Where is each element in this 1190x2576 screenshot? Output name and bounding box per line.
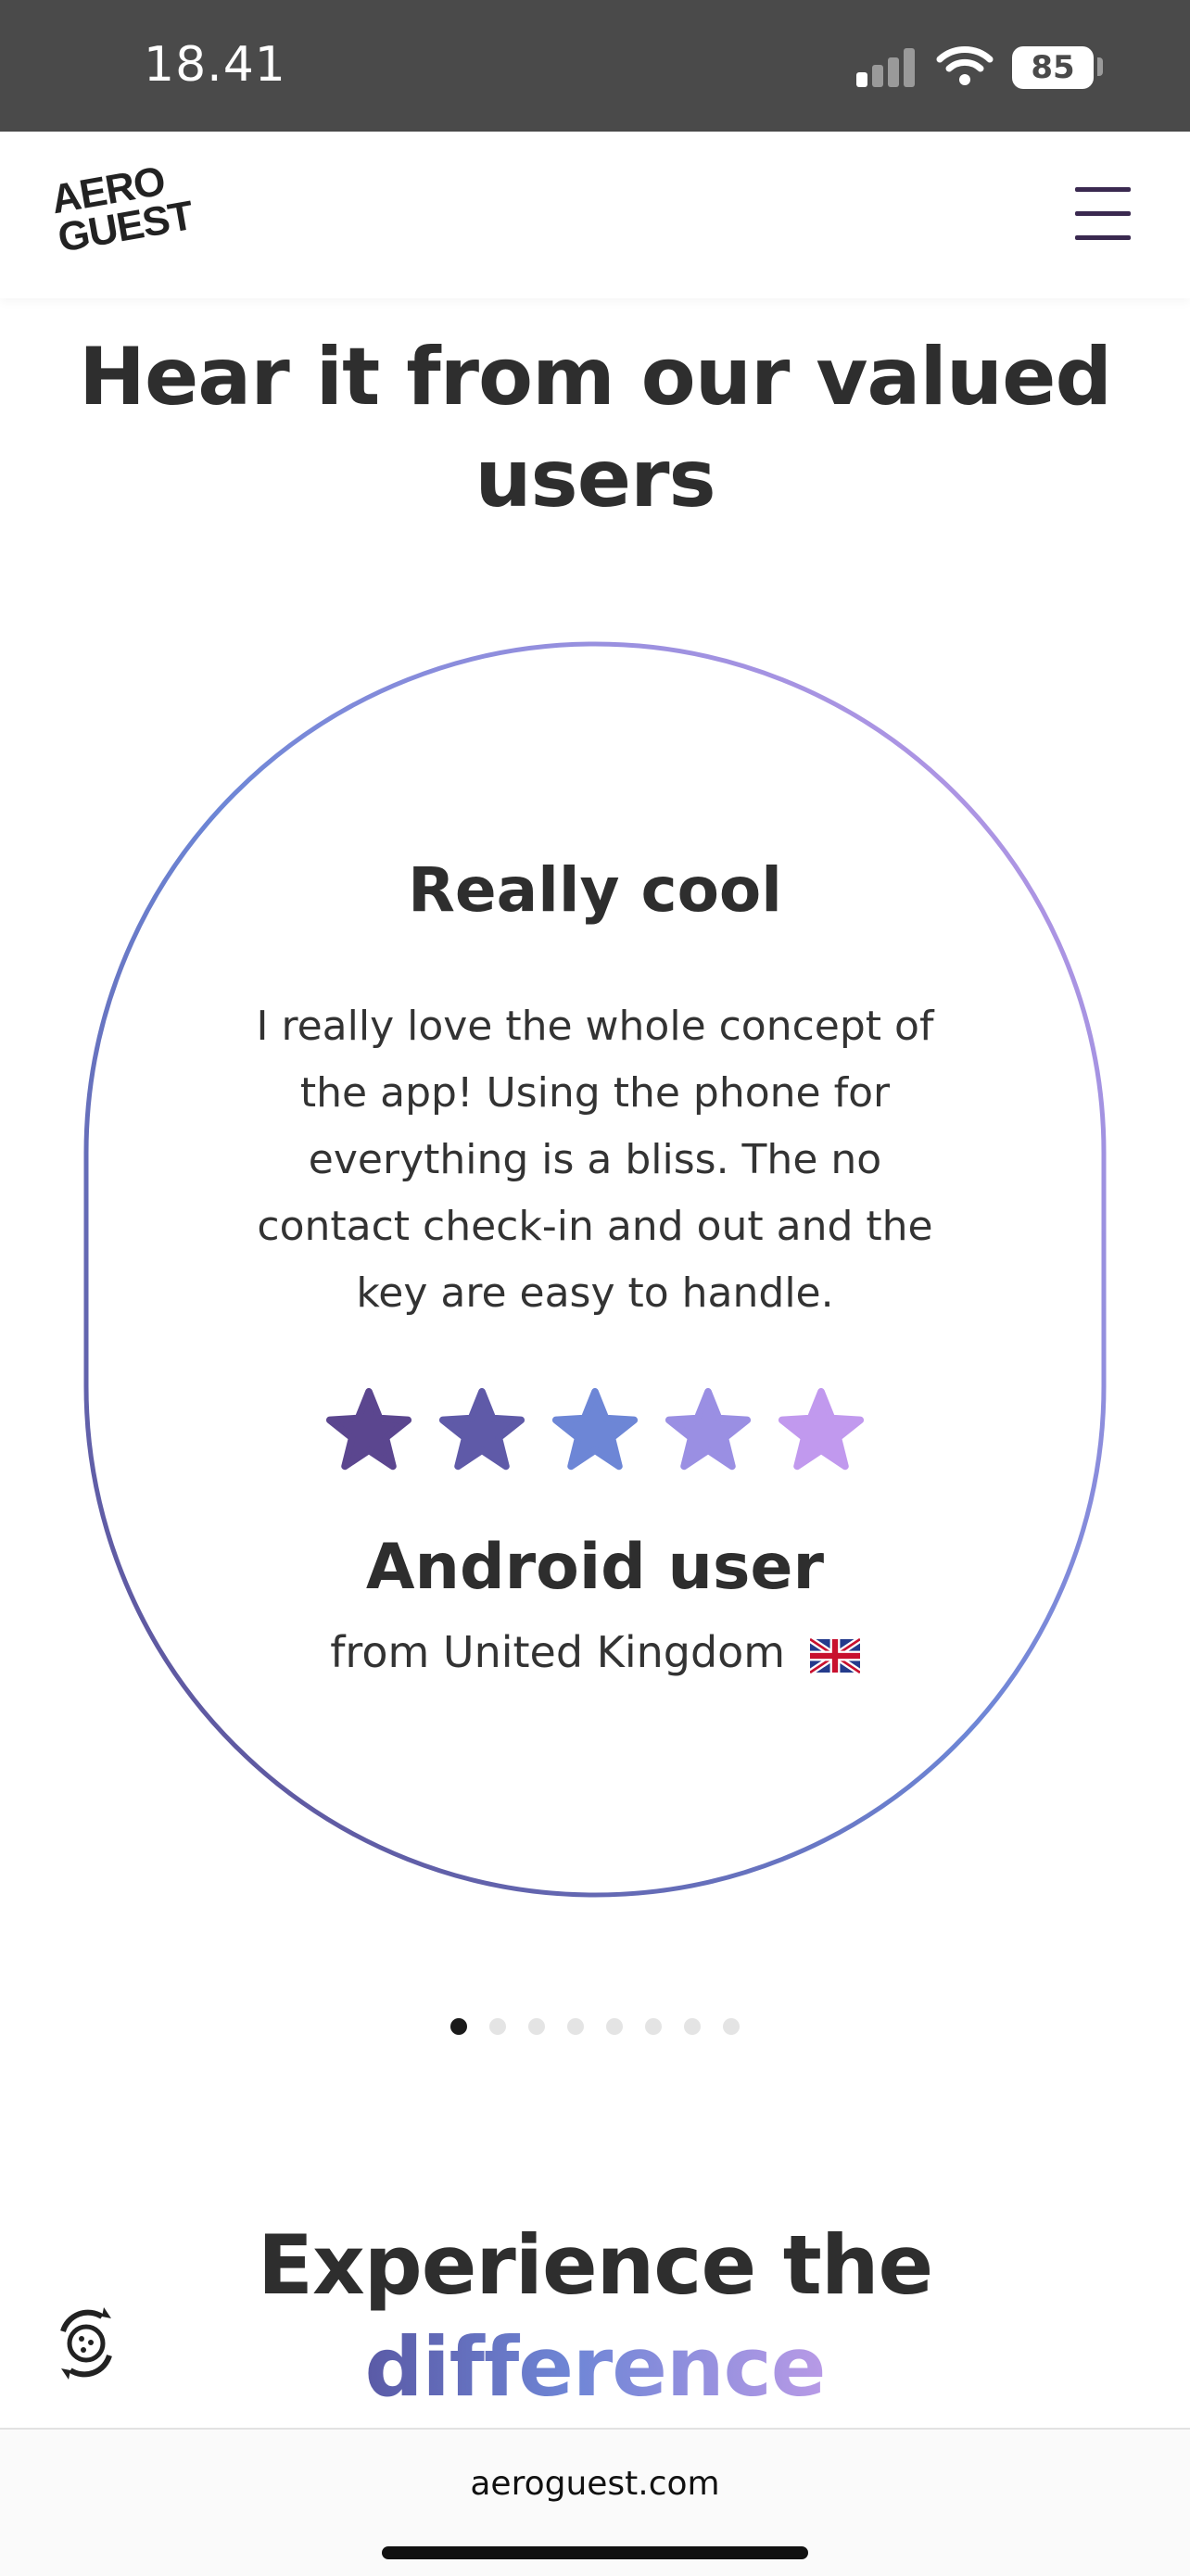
experience-title-line-1: Experience the	[257, 2217, 933, 2313]
wifi-icon	[936, 46, 994, 85]
pagination-dot[interactable]	[723, 2018, 740, 2035]
pagination-dot[interactable]	[450, 2018, 467, 2035]
review-text-line: contact check-in and out and the	[257, 1203, 933, 1250]
hamburger-menu-icon[interactable]	[1075, 180, 1134, 248]
site-header: AERO GUEST	[0, 132, 1190, 298]
uk-flag-icon	[809, 1637, 860, 1673]
section-title: Hear it from our valued users	[0, 326, 1190, 530]
star-rating	[83, 1386, 1107, 1479]
pagination-dot[interactable]	[528, 2018, 545, 2035]
battery-nub	[1097, 57, 1103, 76]
review-text-line: key are easy to handle.	[356, 1269, 834, 1317]
pagination-dot[interactable]	[645, 2018, 662, 2035]
signal-icon	[856, 46, 916, 87]
status-time: 18.41	[144, 37, 286, 93]
star-icon	[325, 1387, 412, 1471]
home-indicator[interactable]	[382, 2546, 808, 2559]
reviewer-origin-text: from United Kingdom	[330, 1627, 786, 1677]
review-text-line: everything is a bliss. The no	[308, 1136, 882, 1183]
status-bar: 18.41 85	[0, 0, 1190, 132]
pagination-dot[interactable]	[567, 2018, 584, 2035]
experience-title-accent: difference	[364, 2319, 827, 2415]
star-icon	[551, 1387, 639, 1471]
battery-level: 85	[1031, 49, 1075, 86]
reviewer-name: Android user	[365, 1531, 825, 1604]
review-card[interactable]: Really cool I really love the whole conc…	[83, 641, 1107, 1898]
review-text: I really love the whole concept of the a…	[195, 993, 995, 1327]
carousel-pagination	[0, 2018, 1190, 2037]
pagination-dot[interactable]	[489, 2018, 506, 2035]
aeroguest-logo[interactable]: AERO GUEST	[48, 158, 196, 272]
cookie-settings-icon[interactable]	[46, 2304, 126, 2383]
reviewer-origin: from United Kingdom	[83, 1627, 1107, 1677]
pagination-dot[interactable]	[606, 2018, 623, 2035]
review-title: Really cool	[408, 854, 782, 926]
experience-title: Experience the difference	[0, 2215, 1190, 2418]
review-text-line: the app! Using the phone for	[299, 1069, 891, 1117]
star-icon	[778, 1387, 865, 1471]
battery-icon: 85	[1012, 46, 1094, 89]
section-title-line-1: Hear it from our valued	[78, 331, 1112, 423]
url-text[interactable]: aeroguest.com	[0, 2465, 1190, 2503]
star-icon	[665, 1387, 752, 1471]
browser-address-bar[interactable]: aeroguest.com	[0, 2428, 1190, 2576]
section-title-line-2: users	[475, 433, 715, 525]
review-text-line: I really love the whole concept of	[256, 1003, 934, 1050]
star-icon	[438, 1387, 525, 1471]
pagination-dot[interactable]	[684, 2018, 701, 2035]
